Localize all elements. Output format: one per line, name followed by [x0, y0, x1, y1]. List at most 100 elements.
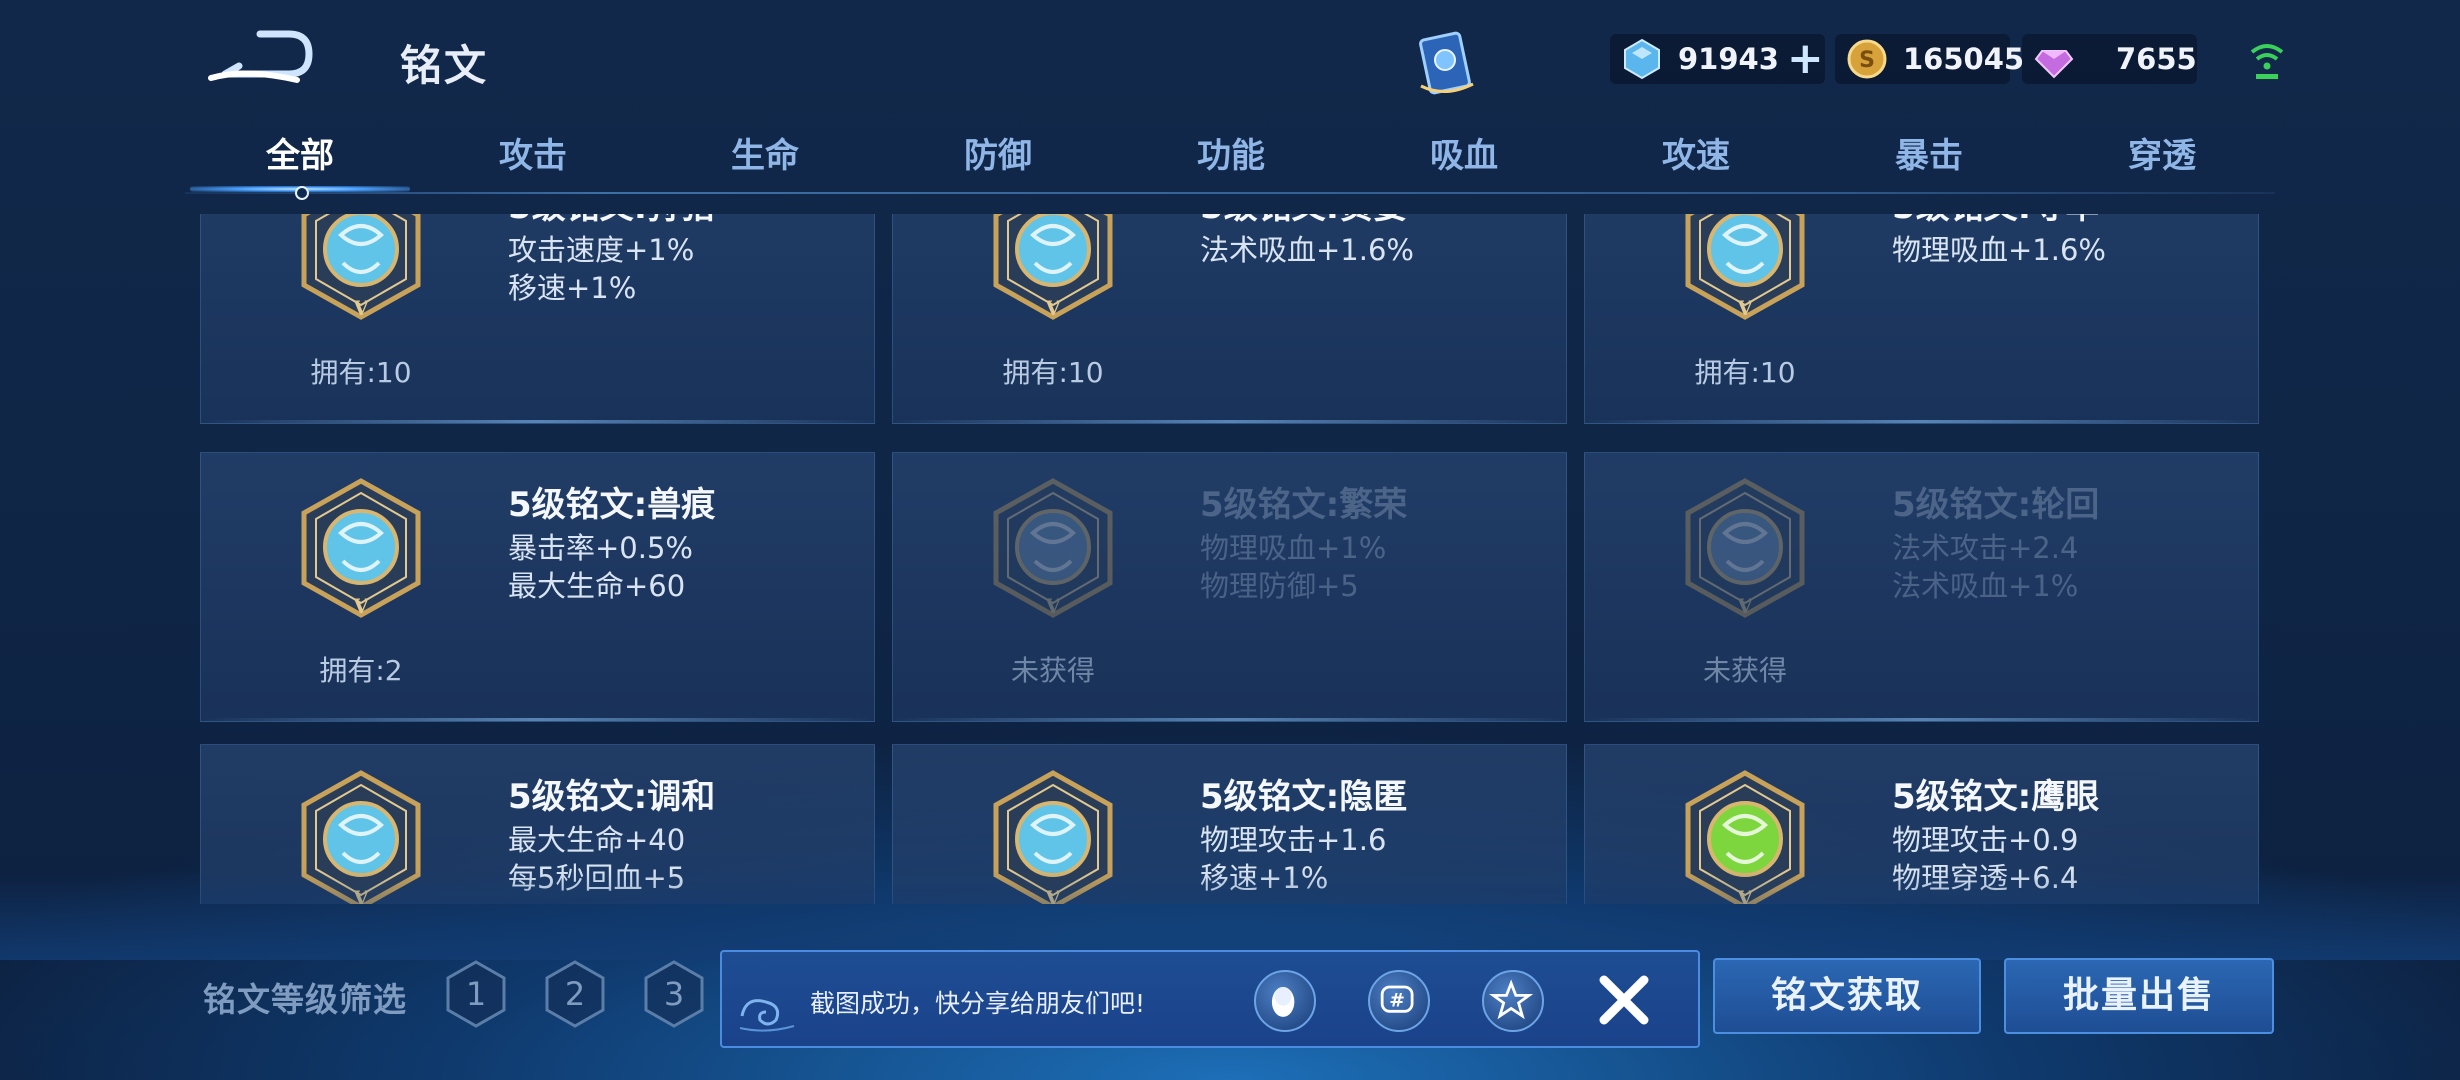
inscription-card[interactable]: V 5级铭文:兽痕 暴击率+0.5% 最大生命+60 拥有:2 [200, 452, 875, 722]
owned-status: 未获得 [1702, 654, 1787, 687]
tab-defense[interactable]: 防御 [918, 128, 1078, 177]
inscription-card[interactable]: V 5级铭文:繁荣 物理吸血+1% 物理防御+5 未获得 [892, 452, 1567, 722]
inscription-greed-icon: V [993, 214, 1113, 320]
coupon-counter: 91943 + [1610, 34, 1825, 84]
inscription-attr: 法术吸血+1% [1892, 569, 2079, 603]
inscription-attr: 物理防御+5 [1200, 569, 1359, 603]
level-filter-label: 铭文等级筛选 [203, 980, 407, 1019]
inscription-attr: 物理吸血+1% [1200, 531, 1387, 565]
close-icon[interactable] [1592, 968, 1656, 1032]
card-glow [201, 420, 874, 423]
inscription-name: 5级铭文:夺萃 [1892, 214, 2099, 228]
inscription-samsara-icon: V [1685, 478, 1805, 618]
inscription-name: 5级铭文:轮回 [1892, 485, 2100, 525]
inscription-card[interactable]: V 5级铭文:狩猎 攻击速度+1% 移速+1% 拥有:10 [200, 214, 875, 424]
hashtag-icon: # [1380, 985, 1414, 1013]
tab-health[interactable]: 生命 [685, 128, 845, 177]
inscription-book-icon[interactable] [1415, 28, 1479, 100]
bottom-glow [0, 870, 2460, 960]
bulk-sell-button[interactable]: 批量出售 [2004, 958, 2274, 1034]
inscription-hunt-icon: V [301, 214, 421, 320]
tab-lifesteal[interactable]: 吸血 [1384, 128, 1544, 177]
tab-all[interactable]: 全部 [220, 128, 380, 177]
svg-text:V: V [352, 594, 369, 618]
svg-text:2: 2 [565, 975, 585, 1013]
card-glow [1585, 718, 2258, 721]
inscription-attr: 法术攻击+2.4 [1892, 531, 2079, 565]
level-1-filter[interactable]: 1 [442, 958, 510, 1030]
level-2-filter[interactable]: 2 [541, 958, 609, 1030]
inscription-attr: 法术吸血+1.6% [1200, 233, 1414, 267]
add-coupon-button[interactable]: + [1787, 37, 1824, 81]
inscription-card[interactable]: V 5级铭文:贪婪 法术吸血+1.6% 拥有:10 [892, 214, 1567, 424]
card-glow [1585, 420, 2258, 423]
svg-text:V: V [1044, 296, 1061, 320]
tab-crit[interactable]: 暴击 [1849, 128, 2009, 177]
back-arrow-icon[interactable] [205, 28, 315, 88]
inscription-attr: 最大生命+60 [508, 569, 686, 603]
coupon-icon [1624, 38, 1660, 80]
inscription-name: 5级铭文:狩猎 [508, 214, 715, 228]
svg-text:1: 1 [466, 975, 486, 1013]
inscription-attr: 物理攻击+1.6 [1200, 823, 1387, 857]
card-glow [893, 718, 1566, 721]
gold-coin-icon: S [1847, 39, 1887, 79]
tab-divider [185, 192, 2275, 194]
cloud-swirl-icon [739, 999, 795, 1032]
inscription-attr: 攻击速度+1% [508, 233, 695, 267]
penguin-icon [1271, 986, 1295, 1017]
gem-counter: 7655 [2022, 34, 2197, 84]
card-glow [893, 420, 1566, 423]
gold-counter: S 165045 [1835, 34, 2024, 84]
owned-count: 拥有:10 [1694, 356, 1796, 389]
star-icon [1489, 979, 1534, 1020]
inscription-name: 5级铭文:隐匿 [1200, 777, 1408, 817]
inscription-attr: 物理吸血+1.6% [1892, 233, 2106, 267]
qzone-share-button[interactable] [1482, 970, 1544, 1032]
tab-attack-speed[interactable]: 攻速 [1616, 128, 1776, 177]
inscription-name: 5级铭文:贪婪 [1200, 214, 1407, 228]
tab-attack[interactable]: 攻击 [453, 128, 613, 177]
inscription-name: 5级铭文:繁荣 [1200, 485, 1408, 525]
qq-share-button[interactable] [1254, 970, 1316, 1032]
svg-text:#: # [1389, 991, 1405, 1012]
inscription-card[interactable]: V 5级铭文:夺萃 物理吸血+1.6% 拥有:10 [1584, 214, 2259, 424]
svg-text:V: V [352, 296, 369, 320]
svg-text:S: S [1859, 48, 1875, 73]
gem-value: 7655 [2116, 42, 2197, 76]
inscription-grid[interactable]: V 5级铭文:狩猎 攻击速度+1% 移速+1% 拥有:10 V 5级铭文:贪婪 … [200, 214, 2260, 904]
inscription-attr: 最大生命+40 [508, 823, 686, 857]
category-tabs: 全部 攻击 生命 防御 功能 吸血 攻速 暴击 穿透 [185, 128, 2275, 198]
inscription-prosperity-icon: V [993, 478, 1113, 618]
inscription-attr: 移速+1% [508, 271, 637, 305]
obtain-inscription-button[interactable]: 铭文获取 [1713, 958, 1981, 1034]
owned-count: 拥有:10 [310, 356, 412, 389]
owned-count: 拥有:10 [1002, 356, 1104, 389]
owned-count: 拥有:2 [319, 654, 403, 687]
tab-function[interactable]: 功能 [1151, 128, 1311, 177]
inscription-seize-icon: V [1685, 214, 1805, 320]
hashtag-share-button[interactable]: # [1368, 970, 1430, 1032]
svg-text:3: 3 [664, 975, 684, 1013]
inscription-name: 5级铭文:调和 [508, 777, 716, 817]
tab-penetration[interactable]: 穿透 [2082, 128, 2242, 177]
svg-text:V: V [1736, 594, 1753, 618]
level-3-filter[interactable]: 3 [640, 958, 708, 1030]
gold-value: 165045 [1903, 42, 2025, 76]
active-tab-dot [295, 186, 309, 200]
coupon-value: 91943 [1678, 42, 1779, 76]
inscription-name: 5级铭文:兽痕 [508, 485, 716, 525]
inscription-attr: 暴击率+0.5% [508, 531, 693, 565]
toast-message: 截图成功，快分享给朋友们吧! [810, 989, 1146, 1018]
diamond-icon [2034, 50, 2074, 79]
svg-text:V: V [1736, 296, 1753, 320]
screenshot-share-toast: 截图成功，快分享给朋友们吧! # [720, 950, 1700, 1048]
card-glow [201, 718, 874, 721]
signal-icon [2250, 44, 2284, 79]
inscription-beast-mark-icon: V [301, 478, 421, 618]
inscription-name: 5级铭文:鹰眼 [1892, 777, 2100, 817]
owned-status: 未获得 [1010, 654, 1095, 687]
inscription-attr: 物理攻击+0.9 [1892, 823, 2079, 857]
page-title: 铭文 [400, 41, 489, 90]
inscription-card[interactable]: V 5级铭文:轮回 法术攻击+2.4 法术吸血+1% 未获得 [1584, 452, 2259, 722]
